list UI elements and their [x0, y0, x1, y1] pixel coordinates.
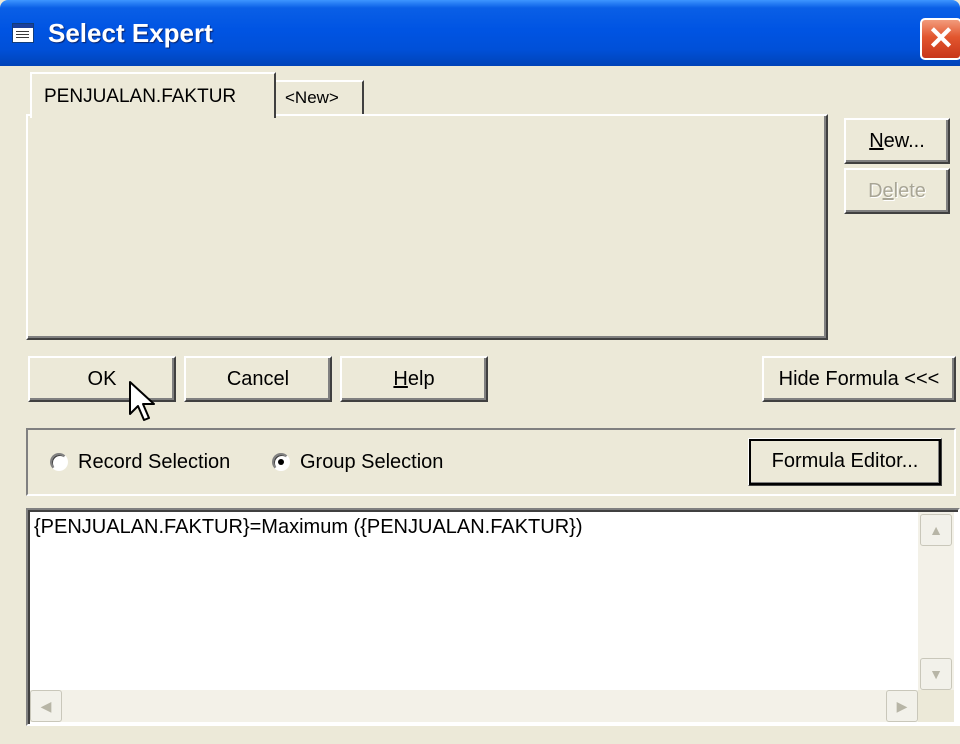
delete-button-label: lete [893, 180, 926, 202]
chevron-down-icon: ▼ [929, 666, 943, 682]
group-selection-radio[interactable]: Group Selection [272, 448, 443, 476]
group-selection-radio-circle[interactable] [272, 453, 290, 471]
horizontal-scrollbar[interactable]: ◀ ▶ [30, 690, 918, 722]
report-window-icon [12, 23, 34, 43]
tab-new[interactable]: <New> [276, 80, 364, 114]
record-selection-radio[interactable]: Record Selection [50, 448, 230, 476]
close-icon: ✕ [927, 20, 955, 56]
delete-button[interactable]: Delete [844, 168, 950, 214]
formula-editor-button[interactable]: Formula Editor... [748, 438, 942, 486]
record-selection-radio-circle[interactable] [50, 453, 68, 471]
title-bar[interactable]: Select Expert [0, 0, 960, 66]
mouse-pointer-icon [129, 381, 155, 421]
vertical-scrollbar[interactable]: ▲ ▼ [918, 512, 954, 690]
hide-formula-button[interactable]: Hide Formula <<< [762, 356, 956, 402]
chevron-up-icon: ▲ [929, 522, 943, 538]
help-button-accel: H [393, 368, 408, 390]
delete-button-prefix: D [868, 180, 883, 202]
delete-button-accel: e [882, 180, 894, 202]
window-title: Select Expert [48, 18, 213, 48]
chevron-left-icon: ◀ [40, 698, 52, 714]
scroll-down-button[interactable]: ▼ [920, 658, 952, 690]
cancel-button[interactable]: Cancel [184, 356, 332, 402]
help-button[interactable]: Help [340, 356, 488, 402]
chevron-right-icon: ▶ [896, 698, 908, 714]
help-button-label: elp [407, 368, 435, 390]
scroll-left-button[interactable]: ◀ [30, 690, 62, 722]
scroll-up-button[interactable]: ▲ [920, 514, 952, 546]
new-button-label: ew... [883, 130, 925, 152]
group-selection-label: Group Selection [300, 450, 444, 473]
close-button[interactable]: ✕ [920, 18, 960, 60]
new-button[interactable]: New... [844, 118, 950, 164]
tab-panel [26, 114, 828, 340]
tab-penjualan-faktur[interactable]: PENJUALAN.FAKTUR [30, 72, 276, 118]
formula-text: {PENJUALAN.FAKTUR}=Maximum ({PENJUALAN.F… [34, 516, 583, 538]
scrollbar-corner [918, 690, 954, 722]
new-button-accel: N [869, 130, 884, 152]
record-selection-label: Record Selection [78, 450, 231, 473]
scroll-right-button[interactable]: ▶ [886, 690, 918, 722]
